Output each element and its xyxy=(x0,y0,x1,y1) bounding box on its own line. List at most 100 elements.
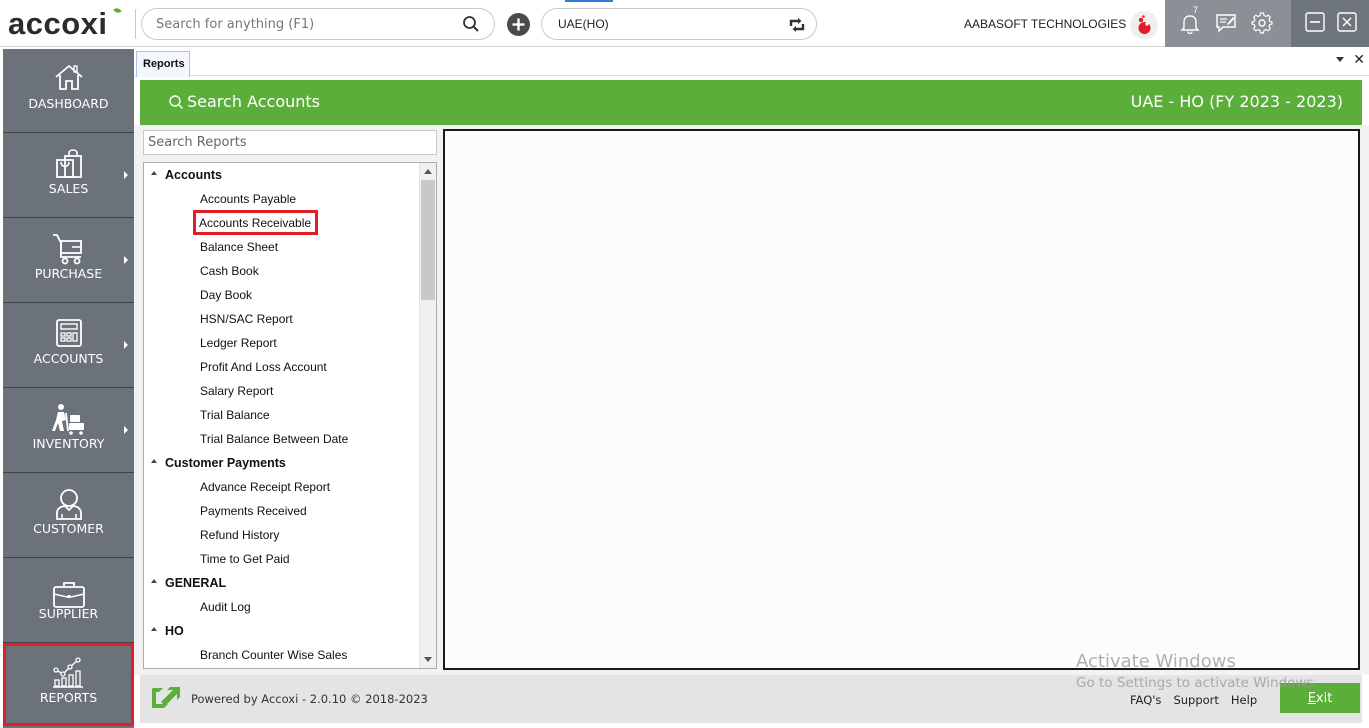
divider xyxy=(135,9,136,39)
tree-item-label[interactable]: Refund History xyxy=(199,528,280,542)
feedback-icon[interactable] xyxy=(1215,12,1237,38)
refresh-icon[interactable] xyxy=(786,14,808,40)
tab-strip: Reports ✕ xyxy=(134,49,1369,77)
tree-group-label: GENERAL xyxy=(165,576,227,590)
sidebar-item-reports[interactable]: REPORTS xyxy=(3,643,134,726)
faq-link[interactable]: FAQ's xyxy=(1130,693,1161,707)
toolbar-tools: 7 xyxy=(1165,0,1291,47)
branch-selector-value: UAE(HO) xyxy=(558,17,609,31)
scroll-up-icon[interactable] xyxy=(424,169,432,174)
tree-item-label[interactable]: Ledger Report xyxy=(199,336,278,350)
tree-group-label: HO xyxy=(165,624,184,638)
sidebar-item-label: CUSTOMER xyxy=(33,521,104,536)
sidebar-item-label: SALES xyxy=(48,181,89,196)
collapse-chevron-icon[interactable] xyxy=(151,459,157,463)
logo-leaf-icon xyxy=(113,6,122,15)
sidebar-item-sales[interactable]: SALES xyxy=(3,134,134,218)
submenu-arrow-icon xyxy=(124,256,128,264)
sidebar-item-label: DASHBOARD xyxy=(28,96,109,111)
tree-item-label[interactable]: Accounts Payable xyxy=(199,192,297,206)
tab-dropdown-icon[interactable] xyxy=(1336,57,1344,62)
accoxi-footer-logo-icon xyxy=(149,686,181,714)
sidebar-item-label: INVENTORY xyxy=(32,436,105,451)
sidebar-item-inventory[interactable]: INVENTORY xyxy=(3,389,134,473)
tab-reports[interactable]: Reports xyxy=(136,51,190,77)
sidebar-item-purchase[interactable]: PURCHASE xyxy=(3,219,134,303)
report-preview-pane xyxy=(443,129,1360,670)
add-button[interactable] xyxy=(507,13,530,36)
close-window-icon[interactable] xyxy=(1337,12,1357,36)
avatar-logo-icon xyxy=(1138,15,1151,34)
submenu-arrow-icon xyxy=(124,426,128,434)
home-icon xyxy=(53,63,85,95)
search-icon[interactable] xyxy=(462,15,480,37)
tree-item-label[interactable]: Branch Counter Wise Sales xyxy=(199,648,348,662)
tree-item-label[interactable]: Audit Log xyxy=(199,600,252,614)
company-menu[interactable]: AABASOFT TECHNOLOGIES xyxy=(964,17,1136,31)
app-logo: accoxi xyxy=(8,5,122,41)
footer: Powered by Accoxi - 2.0.10 © 2018-2023 F… xyxy=(140,675,1362,723)
inventory-trolley-icon xyxy=(51,403,86,439)
exit-button-mnemonic: E xyxy=(1307,690,1316,706)
report-search[interactable] xyxy=(143,130,437,155)
tree-item-label[interactable]: Cash Book xyxy=(199,264,260,278)
branch-fy-label: UAE - HO (FY 2023 - 2023) xyxy=(1130,92,1343,111)
top-bar: accoxi UAE(HO) AABASOFT TECHNOLOGIES xyxy=(0,0,1369,47)
tree-item-label[interactable]: Trial Balance xyxy=(199,408,271,422)
user-icon xyxy=(54,488,84,524)
global-search[interactable] xyxy=(141,8,495,40)
window-controls xyxy=(1291,0,1369,47)
sidebar-item-customer[interactable]: CUSTOMER xyxy=(3,474,134,558)
tree-item-label[interactable]: Salary Report xyxy=(199,384,274,398)
tree-item-label[interactable]: Time to Get Paid xyxy=(199,552,291,566)
tree-item-label[interactable]: Payments Received xyxy=(199,504,308,518)
page-title: Search Accounts xyxy=(168,92,320,111)
tree-item-label[interactable]: Accounts Receivable xyxy=(192,210,319,235)
sidebar-item-label: PURCHASE xyxy=(34,266,103,281)
collapse-chevron-icon[interactable] xyxy=(151,627,157,631)
branch-selector[interactable]: UAE(HO) xyxy=(541,8,817,40)
tree-item-label[interactable]: Profit And Loss Account xyxy=(199,360,328,374)
cart-icon xyxy=(52,233,86,269)
tree-scrollbar[interactable] xyxy=(419,163,436,668)
tab-indicator xyxy=(565,0,613,2)
tree-item-label[interactable]: Balance Sheet xyxy=(199,240,279,254)
close-tab-icon[interactable]: ✕ xyxy=(1353,52,1365,68)
sidebar-item-supplier[interactable]: SUPPLIER xyxy=(3,559,134,643)
tree-group-label: Accounts xyxy=(165,168,222,182)
sidebar: DASHBOARD SALES PURCHASE ACCOUNTS INVENT… xyxy=(3,49,134,728)
notification-count: 7 xyxy=(1193,5,1199,15)
sidebar-item-dashboard[interactable]: DASHBOARD xyxy=(3,49,134,133)
sidebar-item-accounts[interactable]: ACCOUNTS xyxy=(3,304,134,388)
tree-item-label[interactable]: Trial Balance Between Date xyxy=(199,432,349,446)
search-icon xyxy=(169,94,184,109)
report-search-input[interactable] xyxy=(144,131,436,154)
user-avatar[interactable] xyxy=(1130,11,1158,39)
help-link[interactable]: Help xyxy=(1231,693,1257,707)
support-link[interactable]: Support xyxy=(1173,693,1218,707)
submenu-arrow-icon xyxy=(124,171,128,179)
tree-item-label[interactable]: Day Book xyxy=(199,288,253,302)
sidebar-item-label: REPORTS xyxy=(39,690,98,705)
scroll-down-icon[interactable] xyxy=(424,657,432,662)
exit-button[interactable]: Exit xyxy=(1280,683,1360,713)
notification-bell-icon[interactable] xyxy=(1180,12,1200,38)
chart-icon xyxy=(52,656,85,692)
sidebar-item-label: ACCOUNTS xyxy=(33,351,104,366)
footer-links: FAQ's Support Help xyxy=(1130,693,1257,707)
minimize-icon[interactable] xyxy=(1305,12,1325,36)
tree-item-label[interactable]: HSN/SAC Report xyxy=(199,312,294,326)
logo-text: accoxi xyxy=(8,5,108,41)
tree-group-label: Customer Payments xyxy=(165,456,286,470)
company-name: AABASOFT TECHNOLOGIES xyxy=(964,17,1127,31)
scrollbar-thumb[interactable] xyxy=(421,180,435,300)
shopping-bag-icon xyxy=(54,148,84,184)
submenu-arrow-icon xyxy=(124,341,128,349)
collapse-chevron-icon[interactable] xyxy=(151,579,157,583)
collapse-chevron-icon[interactable] xyxy=(151,171,157,175)
report-tree: Accounts Accounts Payable Accounts Recei… xyxy=(143,162,437,669)
settings-gear-icon[interactable] xyxy=(1251,12,1273,38)
global-search-input[interactable] xyxy=(142,16,442,32)
tree-item-label[interactable]: Advance Receipt Report xyxy=(199,480,331,494)
powered-by-text: Powered by Accoxi - 2.0.10 © 2018-2023 xyxy=(191,692,428,706)
